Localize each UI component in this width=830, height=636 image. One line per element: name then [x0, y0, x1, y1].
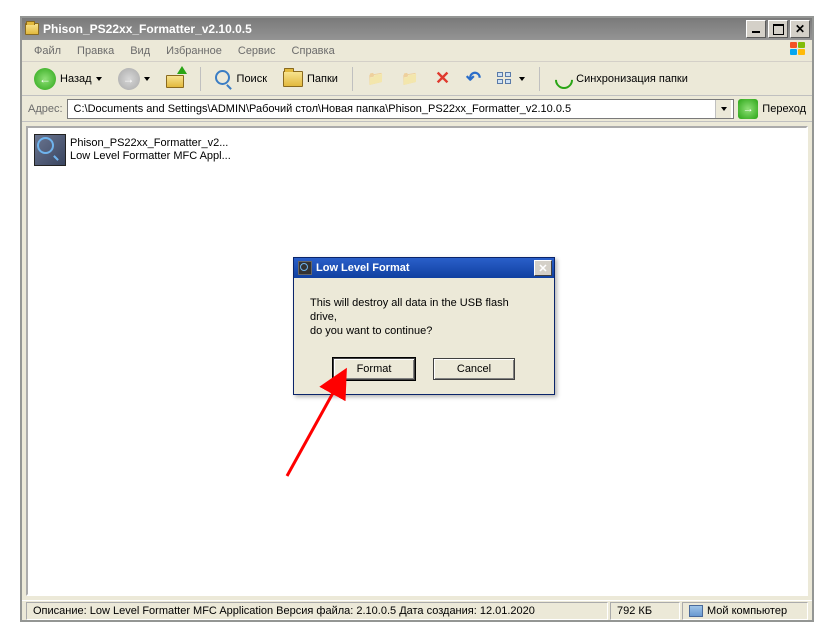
separator: [539, 67, 540, 91]
file-name: Phison_PS22xx_Formatter_v2...: [70, 137, 231, 150]
computer-icon: [689, 605, 703, 617]
folder-up-icon: [166, 70, 186, 88]
copy-to-icon: 📁: [401, 70, 419, 88]
menu-file[interactable]: Файл: [26, 42, 69, 60]
sync-icon: [554, 70, 572, 88]
chevron-down-icon[interactable]: [144, 77, 150, 81]
sync-folder-button[interactable]: Синхронизация папки: [548, 66, 694, 92]
cancel-button[interactable]: Cancel: [433, 358, 515, 380]
move-to-button: 📁: [361, 66, 391, 92]
back-button[interactable]: ← Назад: [28, 64, 108, 94]
menu-view[interactable]: Вид: [122, 42, 158, 60]
menu-help[interactable]: Справка: [284, 42, 343, 60]
folders-label: Папки: [307, 73, 338, 85]
application-icon: [34, 134, 66, 166]
folders-button[interactable]: Папки: [277, 67, 344, 91]
address-input[interactable]: C:\Documents and Settings\ADMIN\Рабочий …: [67, 99, 735, 119]
back-label: Назад: [60, 73, 92, 85]
menubar: Файл Правка Вид Избранное Сервис Справка: [22, 40, 812, 62]
chevron-down-icon[interactable]: [96, 77, 102, 81]
folders-icon: [283, 71, 303, 87]
move-to-icon: 📁: [367, 70, 385, 88]
delete-button[interactable]: ✕: [429, 64, 456, 93]
app-icon: [298, 261, 312, 275]
chevron-down-icon: [721, 107, 727, 111]
menu-edit[interactable]: Правка: [69, 42, 122, 60]
back-icon: ←: [34, 68, 56, 90]
address-path: C:\Documents and Settings\ADMIN\Рабочий …: [74, 103, 712, 115]
statusbar: Описание: Low Level Formatter MFC Applic…: [22, 600, 812, 620]
forward-icon: →: [118, 68, 140, 90]
go-label[interactable]: Переход: [762, 103, 806, 115]
address-dropdown[interactable]: [715, 100, 731, 118]
dialog-titlebar[interactable]: Low Level Format ✕: [294, 258, 554, 278]
undo-icon: ↶: [466, 68, 481, 89]
sync-label: Синхронизация папки: [576, 73, 688, 85]
status-description: Описание: Low Level Formatter MFC Applic…: [26, 602, 608, 620]
search-label: Поиск: [237, 73, 267, 85]
status-location-text: Мой компьютер: [707, 605, 787, 617]
dialog-title: Low Level Format: [316, 262, 410, 274]
file-description: Low Level Formatter MFC Appl...: [70, 150, 231, 163]
dialog-message-line2: do you want to continue?: [310, 325, 432, 337]
format-button[interactable]: Format: [333, 358, 415, 380]
status-location: Мой компьютер: [682, 602, 808, 620]
undo-button[interactable]: ↶: [460, 64, 487, 93]
search-button[interactable]: Поиск: [209, 66, 273, 92]
delete-icon: ✕: [435, 68, 450, 89]
copy-to-button: 📁: [395, 66, 425, 92]
separator: [200, 67, 201, 91]
search-icon: [215, 70, 233, 88]
folder-icon: [25, 23, 39, 35]
up-button[interactable]: [160, 66, 192, 92]
list-item[interactable]: Phison_PS22xx_Formatter_v2... Low Level …: [34, 134, 231, 166]
windows-logo-icon: [790, 42, 808, 58]
dialog-body: This will destroy all data in the USB fl…: [294, 278, 554, 394]
menu-favorites[interactable]: Избранное: [158, 42, 230, 60]
format-dialog: Low Level Format ✕ This will destroy all…: [293, 257, 555, 395]
forward-button[interactable]: →: [112, 64, 156, 94]
close-button[interactable]: ✕: [790, 20, 810, 38]
go-button[interactable]: →: [738, 99, 758, 119]
separator: [352, 67, 353, 91]
menu-tools[interactable]: Сервис: [230, 42, 284, 60]
dialog-message-line1: This will destroy all data in the USB fl…: [310, 297, 509, 323]
views-button[interactable]: [491, 68, 531, 90]
minimize-button[interactable]: [746, 20, 766, 38]
titlebar[interactable]: Phison_PS22xx_Formatter_v2.10.0.5 ✕: [22, 18, 812, 40]
toolbar: ← Назад → Поиск Папки 📁 📁 ✕ ↶: [22, 62, 812, 96]
maximize-button[interactable]: [768, 20, 788, 38]
dialog-close-button[interactable]: ✕: [534, 260, 552, 276]
status-size: 792 КБ: [610, 602, 680, 620]
views-icon: [497, 72, 515, 86]
chevron-down-icon[interactable]: [519, 77, 525, 81]
address-label: Адрес:: [28, 103, 63, 115]
window-title: Phison_PS22xx_Formatter_v2.10.0.5: [43, 22, 252, 36]
dialog-message: This will destroy all data in the USB fl…: [310, 296, 538, 338]
address-bar: Адрес: C:\Documents and Settings\ADMIN\Р…: [22, 96, 812, 122]
